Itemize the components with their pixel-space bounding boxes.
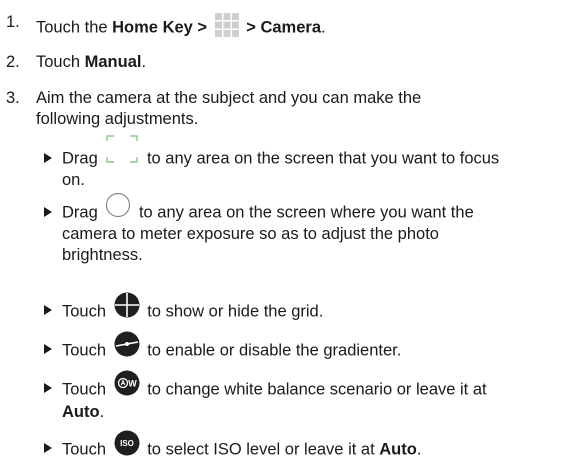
manual-page: 1. Touch the Home Key > > Camera. 2. Tou… <box>0 0 583 465</box>
svg-text:W: W <box>128 379 137 389</box>
bullet-arrow-icon <box>44 443 52 453</box>
bullet-arrow-icon <box>44 383 52 393</box>
bullet-arrow-icon <box>44 344 52 354</box>
grid-icon <box>114 292 140 324</box>
step-text: Touch the Home Key > > Camera. <box>36 12 326 44</box>
white-balance-icon: W <box>114 370 140 402</box>
step-number: 2. <box>6 53 20 71</box>
step-text: Aim the camera at the subject and you ca… <box>36 89 422 128</box>
step-text: Touch Manual. <box>36 53 147 71</box>
bullet-arrow-icon <box>44 305 52 315</box>
bullet-arrow-icon <box>44 153 52 163</box>
bullet-arrow-icon <box>44 207 52 217</box>
iso-icon: ISO <box>114 430 140 462</box>
step-number: 1. <box>6 13 20 31</box>
exposure-circle-icon <box>105 192 131 224</box>
step-number: 3. <box>6 89 20 107</box>
svg-text:ISO: ISO <box>120 439 134 448</box>
gradienter-icon <box>114 331 140 363</box>
apps-icon <box>214 12 240 44</box>
focus-frame-icon <box>105 134 139 170</box>
